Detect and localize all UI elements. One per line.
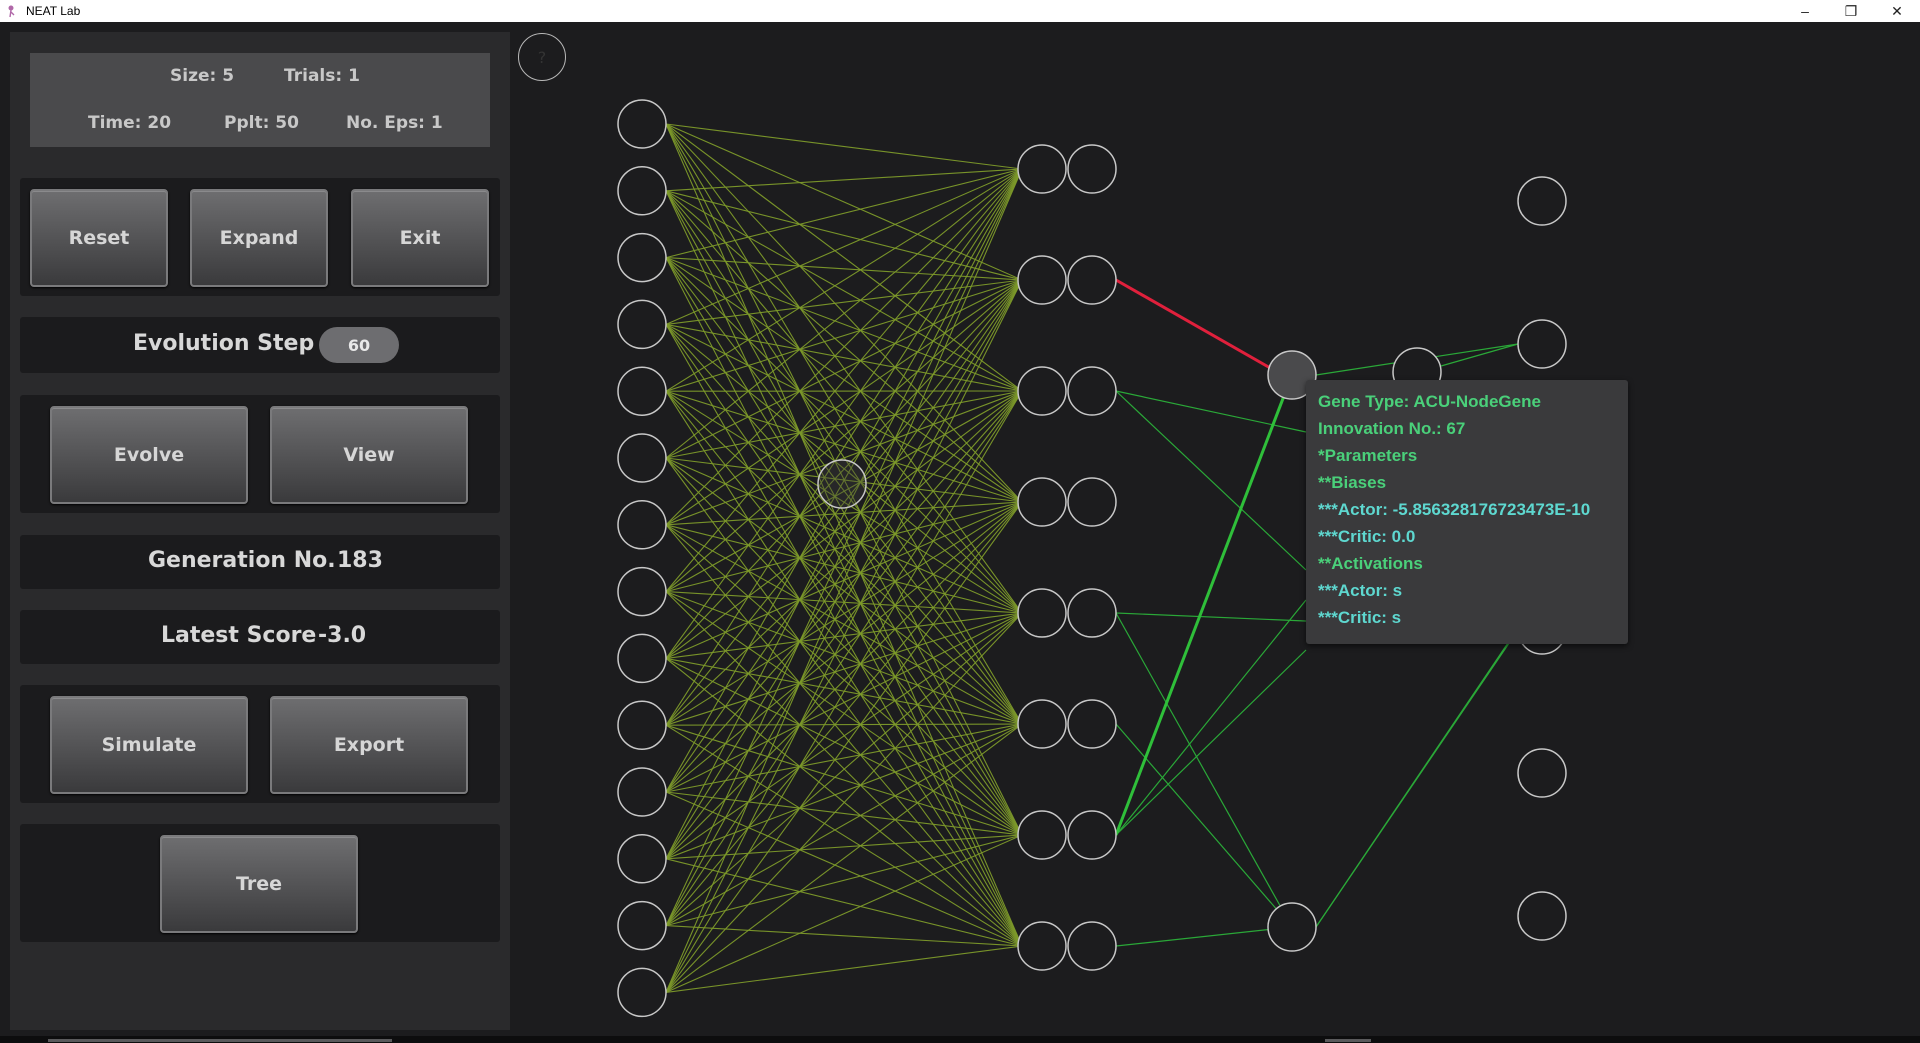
layer2-node-a[interactable] (1017, 255, 1067, 305)
output-node[interactable] (1517, 319, 1567, 369)
layer2-node-a[interactable] (1017, 921, 1067, 971)
tooltip-innovation: Innovation No.: 67 (1318, 419, 1466, 438)
output-node[interactable] (1517, 748, 1567, 798)
input-node[interactable] (617, 700, 667, 750)
green-connection (1315, 639, 1511, 928)
input-node[interactable] (617, 967, 667, 1018)
input-node[interactable] (617, 99, 667, 149)
dense-connection (665, 168, 1023, 459)
green-connection (1115, 599, 1307, 836)
input-node[interactable] (617, 299, 667, 350)
dense-connection (665, 834, 1023, 927)
layer2-node-b[interactable] (1067, 144, 1117, 194)
input-node[interactable] (617, 834, 667, 884)
tooltip-critic-bias: ***Critic: 0.0 (1318, 527, 1416, 546)
dense-connection (665, 279, 1023, 392)
input-node[interactable] (617, 767, 667, 817)
strong-green-connection (1114, 374, 1294, 836)
dense-connection (665, 501, 1023, 993)
green-connection (1115, 926, 1293, 947)
input-node[interactable] (617, 232, 667, 283)
tooltip-actor-bias: ***Actor: -5.856328176723473E-10 (1318, 500, 1591, 519)
layer2-node-b[interactable] (1067, 255, 1117, 305)
layer2-node-a[interactable] (1017, 477, 1067, 527)
dense-connection (665, 724, 1023, 836)
dense-connection (665, 257, 1023, 281)
layer2-node-a[interactable] (1017, 366, 1067, 416)
gene-tooltip: Gene Type: ACU-NodeGene Innovation No.: … (1306, 380, 1628, 644)
tooltip-biases: **Biases (1318, 473, 1387, 492)
green-connection (1115, 390, 1307, 571)
tooltip-critic-activation: ***Critic: s (1318, 608, 1402, 627)
output-node[interactable] (1517, 176, 1567, 226)
layer2-node-b[interactable] (1067, 699, 1117, 749)
dense-connection (665, 168, 1023, 659)
horizontal-scrollbar[interactable] (0, 1036, 1920, 1043)
layer2-node-b[interactable] (1067, 477, 1117, 527)
dense-connection (665, 279, 1023, 993)
tooltip-actor-activation: ***Actor: s (1318, 581, 1403, 600)
tooltip-gene-type: Gene Type: ACU-NodeGene (1318, 392, 1541, 411)
hidden-node[interactable] (1267, 902, 1317, 952)
dense-connection (665, 123, 1023, 170)
green-connection (1115, 723, 1293, 928)
input-node[interactable] (617, 500, 667, 550)
dense-connection (665, 390, 1023, 793)
input-node[interactable] (617, 166, 667, 216)
dense-connection (665, 168, 1023, 592)
input-node[interactable] (617, 566, 667, 617)
layer2-node-a[interactable] (1017, 699, 1067, 749)
green-connection (1115, 649, 1307, 836)
layer2-node-a[interactable] (1017, 588, 1067, 638)
input-node[interactable] (617, 433, 667, 483)
input-node[interactable] (617, 900, 667, 951)
layer2-node-a[interactable] (1017, 810, 1067, 860)
dense-connection (665, 168, 1023, 926)
input-node[interactable] (617, 633, 667, 684)
scrollbar-marker (1325, 1039, 1371, 1042)
dense-connection (665, 168, 1023, 726)
layer2-node-b[interactable] (1067, 366, 1117, 416)
scrollbar-thumb[interactable] (48, 1039, 392, 1042)
hidden-node-faded[interactable] (817, 459, 867, 509)
green-connection (1440, 343, 1519, 367)
layer2-node-b[interactable] (1067, 921, 1117, 971)
dense-connection (665, 612, 1023, 726)
network-graph (617, 99, 1567, 1018)
dense-connection (665, 612, 1023, 793)
tooltip-parameters: *Parameters (1318, 446, 1418, 465)
help-button[interactable]: ? (518, 33, 566, 81)
layer2-node-a[interactable] (1017, 144, 1067, 194)
negative-connection (1115, 278, 1273, 371)
output-node[interactable] (1517, 891, 1567, 941)
tooltip-activations: **Activations (1318, 554, 1423, 573)
dense-connection (665, 501, 1023, 860)
dense-connection (665, 723, 1023, 726)
layer2-node-b[interactable] (1067, 588, 1117, 638)
layer2-node-b[interactable] (1067, 810, 1117, 860)
input-node[interactable] (617, 366, 667, 416)
dense-connection (665, 190, 1023, 281)
dense-connection (665, 257, 1023, 392)
